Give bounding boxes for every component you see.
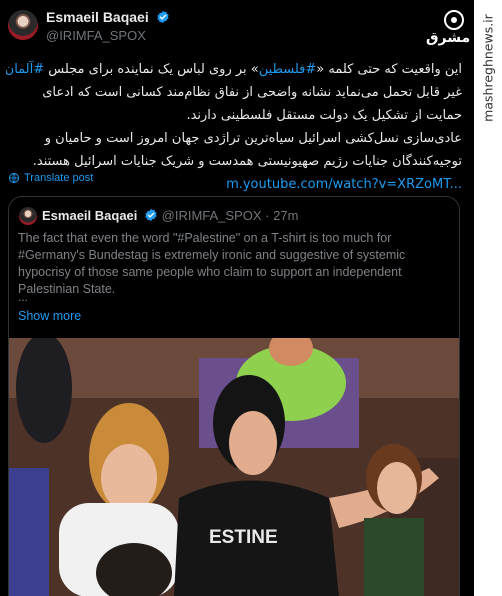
tweet-line-2: غیر قابل تحمل می‌نماید نشانه واضحی از نف… <box>42 85 462 100</box>
quoted-ellipsis: ... <box>18 290 29 304</box>
author-name[interactable]: Esmaeil Baqaei <box>46 9 170 25</box>
globe-icon <box>9 173 19 183</box>
bundestag-photo: ESTINE <box>9 338 459 596</box>
tweet-line-1-middle: » بر روی لباس یک نماینده برای مجلس <box>44 62 259 77</box>
tweet: Esmaeil Baqaei @IRIMFA_SPOX این واقعیت ک… <box>0 0 474 596</box>
verified-badge-icon <box>156 10 169 24</box>
tweet-line-1-prefix: این واقعیت که حتی کلمه « <box>316 62 462 77</box>
quoted-author-name: Esmaeil Baqaei <box>42 208 138 223</box>
quoted-tweet-header: Esmaeil Baqaei @IRIMFA_SPOX · 27m <box>42 208 298 223</box>
quoted-tweet-text: The fact that even the word "#Palestine"… <box>18 231 406 296</box>
tweet-line-4: عادی‌سازی نسل‌کشی اسرائیل سیاه‌ترین تراژ… <box>44 131 462 146</box>
watermark-text: mashreghnews.ir <box>480 14 496 122</box>
hashtag-palestine[interactable]: #فلسطین <box>259 62 317 77</box>
quoted-author-handle: @IRIMFA_SPOX <box>161 208 262 223</box>
author-name-text[interactable]: Esmaeil Baqaei <box>46 9 149 25</box>
quoted-separator: · <box>265 208 270 223</box>
translate-post-button[interactable]: Translate post <box>8 172 93 184</box>
verified-badge-icon <box>145 208 157 222</box>
quoted-timestamp: 27m <box>273 208 299 223</box>
author-avatar[interactable] <box>8 10 38 40</box>
quoted-tweet[interactable]: Esmaeil Baqaei @IRIMFA_SPOX · 27m The fa… <box>8 196 460 596</box>
quoted-photo[interactable]: ESTINE <box>9 338 459 596</box>
tweet-line-5: توجیه‌کنندگان جنایات رژیم صهیونیستی همدس… <box>32 154 462 169</box>
hashtag-germany[interactable]: #آلمان <box>6 62 44 77</box>
show-more-link[interactable]: Show more <box>18 309 81 323</box>
tweet-line-1: این واقعیت که حتی کلمه «#فلسطین» بر روی … <box>6 58 462 81</box>
mashregh-logo-icon: مشرق <box>426 10 470 46</box>
author-handle[interactable]: @IRIMFA_SPOX <box>46 28 146 43</box>
shirt-text: ESTINE <box>209 527 278 548</box>
mashregh-logo-text: مشرق <box>426 30 470 46</box>
quoted-author-avatar <box>19 207 37 225</box>
tweet-line-3: حمایت از تشکیل یک دولت مستقل فلسطینی دار… <box>186 108 462 123</box>
site-watermark: mashreghnews.ir <box>476 14 500 122</box>
translate-post-label[interactable]: Translate post <box>24 172 93 184</box>
